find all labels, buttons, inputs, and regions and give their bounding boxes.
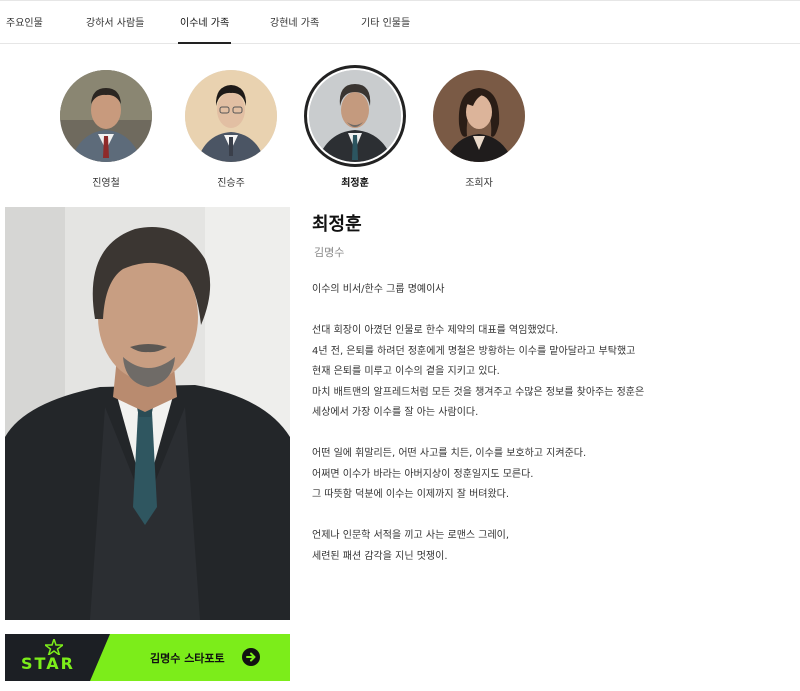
avatar (309, 70, 401, 162)
description-line: 세련된 패션 감각을 지닌 멋쟁이. (312, 550, 448, 562)
description-line: 4년 전, 은퇴를 하려던 정훈에게 명철은 방황하는 이수를 맡아달라고 부탁… (312, 345, 636, 357)
description-paragraph: 언제나 인문학 서적을 끼고 사는 로맨스 그레이, 세련된 패션 감각을 지닌… (312, 526, 792, 567)
cast-item-choi-junghoon[interactable]: 최정훈 (304, 65, 406, 189)
avatar (60, 70, 152, 162)
description-paragraph: 이수의 비서/한수 그룹 명예이사 (312, 280, 792, 301)
star-icon (45, 639, 63, 655)
description-line: 마치 배트맨의 알프레드처럼 모든 것을 챙겨주고 수많은 정보를 찾아주는 정… (312, 386, 645, 398)
star-photo-label: 김명수 스타포토 (150, 652, 225, 665)
description-line: 세상에서 가장 이수를 잘 아는 사람이다. (312, 407, 479, 418)
star-logo-text: STAR (21, 654, 75, 673)
description-paragraph: 선대 회장이 아꼈던 인물로 한수 제약의 대표를 역임했었다. 4년 전, 은… (312, 321, 792, 424)
avatar (433, 70, 525, 162)
cast-item-jin-youngcheol[interactable]: 진영철 (56, 70, 156, 189)
description-line: 그 따뜻함 덕분에 이수는 이제까지 잘 버텨왔다. (312, 489, 510, 500)
star-photo-banner[interactable]: STAR 김명수 스타포토 (5, 634, 290, 681)
description-line: 어떤 일에 휘말리든, 어떤 사고를 치든, 이수를 보호하고 지켜준다. (312, 448, 587, 459)
description-line: 이수의 비서/한수 그룹 명예이사 (312, 284, 445, 295)
cast-list: 진영철 진승주 최정훈 조희자 (0, 65, 800, 190)
actor-name: 최정훈 (312, 214, 362, 235)
description-line: 현재 은퇴를 미루고 이수의 곁을 지키고 있다. (312, 366, 500, 377)
cast-name: 진승주 (217, 178, 245, 189)
description-line: 언제나 인문학 서적을 끼고 사는 로맨스 그레이, (312, 530, 510, 541)
description-line: 선대 회장이 아꼈던 인물로 한수 제약의 대표를 역임했었다. (312, 325, 559, 336)
tab-kanghyun-family[interactable]: 강현네 가족 (270, 14, 319, 29)
character-tabs: 주요인물 강하서 사람들 이수네 가족 강현네 가족 기타 인물들 (0, 0, 800, 44)
cast-item-jin-seungju[interactable]: 진승주 (181, 70, 281, 189)
role-name: 김명수 (314, 246, 345, 259)
tab-other-characters[interactable]: 기타 인물들 (361, 14, 410, 29)
profile-header: 최정훈 김명수 (312, 210, 792, 260)
cast-item-jo-heeja[interactable]: 조희자 (429, 70, 529, 189)
tab-kang-haseo-people[interactable]: 강하서 사람들 (86, 14, 144, 29)
cast-name: 진영철 (92, 178, 120, 189)
tab-isu-family[interactable]: 이수네 가족 (177, 14, 232, 44)
arrow-right-circle-icon (242, 648, 260, 666)
character-portrait (5, 207, 290, 620)
character-description: 이수의 비서/한수 그룹 명예이사 선대 회장이 아꼈던 인물로 한수 제약의 … (312, 280, 792, 588)
description-paragraph: 어떤 일에 휘말리든, 어떤 사고를 치든, 이수를 보호하고 지켜준다. 어쩌… (312, 444, 792, 506)
tab-main-characters[interactable]: 주요인물 (6, 14, 43, 29)
cast-name: 조희자 (465, 178, 493, 189)
cast-name: 최정훈 (341, 178, 369, 189)
avatar (185, 70, 277, 162)
description-line: 어쩌면 이수가 바라는 아버지상이 정훈일지도 모른다. (312, 468, 534, 480)
